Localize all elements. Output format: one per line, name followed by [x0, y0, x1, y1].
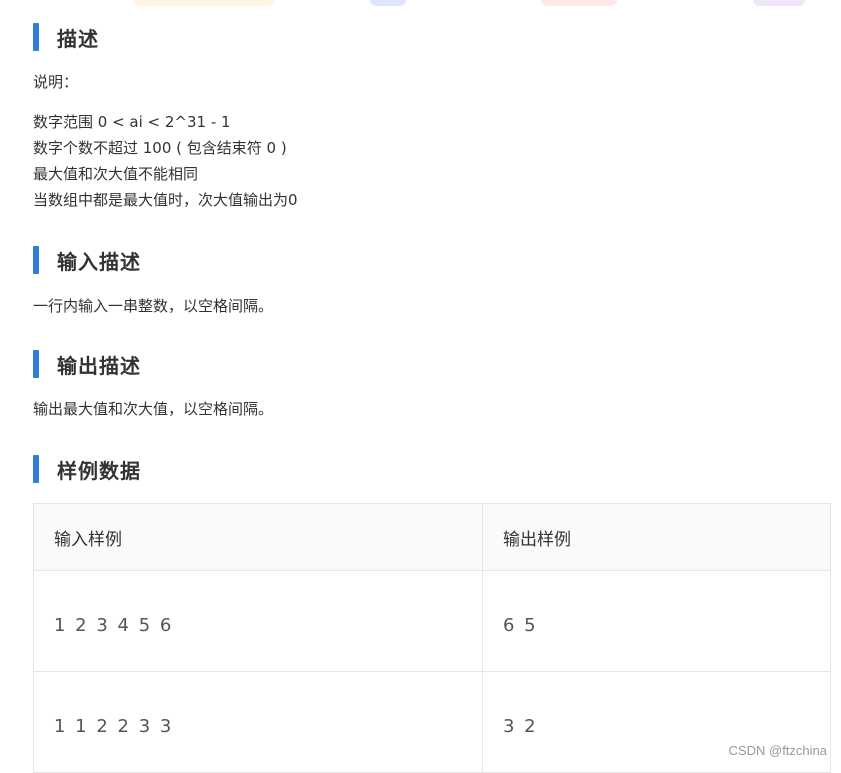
section-heading-input: 输入描述: [33, 241, 831, 279]
csdn-watermark: CSDN @ftzchina: [728, 743, 827, 758]
section-heading-text: 样例数据: [57, 458, 141, 483]
header-input-sample: 输入样例: [33, 503, 483, 571]
section-heading-text: 输出描述: [57, 353, 141, 378]
table-row: 1 1 2 2 3 3 3 2: [33, 671, 831, 773]
section-heading-text: 输入描述: [57, 249, 141, 274]
heading-accent-bar: [33, 350, 39, 378]
header-output-sample: 输出样例: [482, 503, 831, 571]
top-tab-stub: [753, 0, 805, 6]
input-description: 一行内输入一串整数，以空格间隔。: [33, 297, 274, 315]
top-tab-stub: [541, 0, 617, 6]
sample-data-table: 输入样例 输出样例 1 2 3 4 5 6 6 5 1 1 2 2 3 3 3 …: [33, 503, 831, 773]
top-tab-stub: [134, 0, 274, 6]
sample-output-cell[interactable]: 6 5: [482, 570, 831, 672]
problem-content: 描述 说明： 数字范围 0 < ai < 2^31 - 1 数字个数不超过 10…: [33, 18, 831, 773]
section-heading-text: 描述: [57, 26, 99, 51]
description-label: 说明：: [33, 73, 79, 91]
heading-accent-bar: [33, 455, 39, 483]
description-line: 数字范围 0 < ai < 2^31 - 1: [33, 113, 231, 131]
sample-input-cell[interactable]: 1 1 2 2 3 3: [33, 671, 483, 773]
heading-accent-bar: [33, 23, 39, 51]
description-line: 数字个数不超过 100 ( 包含结束符 0 ): [33, 139, 287, 157]
heading-accent-bar: [33, 246, 39, 274]
output-description: 输出最大值和次大值，以空格间隔。: [33, 400, 274, 418]
table-row: 1 2 3 4 5 6 6 5: [33, 570, 831, 672]
top-tab-stub: [370, 0, 406, 6]
description-line: 最大值和次大值不能相同: [33, 165, 199, 183]
sample-input-cell[interactable]: 1 2 3 4 5 6: [33, 570, 483, 672]
table-header-row: 输入样例 输出样例: [33, 503, 831, 571]
section-heading-description: 描述: [33, 18, 831, 56]
section-heading-samples: 样例数据: [33, 450, 831, 488]
description-line: 当数组中都是最大值时，次大值输出为0: [33, 191, 298, 209]
description-body: 数字范围 0 < ai < 2^31 - 1 数字个数不超过 100 ( 包含结…: [33, 109, 831, 213]
section-heading-output: 输出描述: [33, 345, 831, 383]
